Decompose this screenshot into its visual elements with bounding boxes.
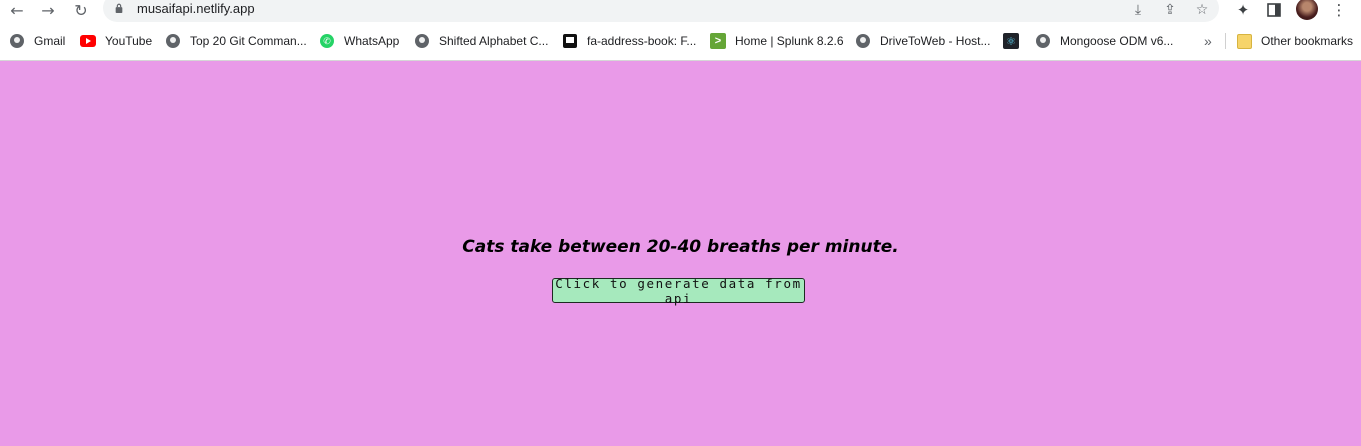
menu-icon[interactable]: ⋮ [1329, 1, 1349, 19]
forward-button[interactable]: → [37, 0, 59, 20]
browser-toolbar: ← → ↻ musaifapi.netlify.app ⤓ ⇪ ☆ ✦ ⋮ [0, 0, 1361, 22]
bookmark-mongoose[interactable]: Mongoose ODM v6... [1035, 30, 1173, 52]
bookmark-label: Mongoose ODM v6... [1060, 34, 1174, 48]
bookmark-shifted-alphabet[interactable]: Shifted Alphabet C... [414, 30, 548, 52]
react-icon: ⚛ [1003, 33, 1019, 49]
bookmark-gmail[interactable]: Gmail [9, 30, 65, 52]
bookmark-label: Top 20 Git Comman... [190, 34, 307, 48]
splunk-icon: > [710, 33, 726, 49]
bookmark-label: DriveToWeb - Host... [880, 34, 991, 48]
other-bookmarks[interactable]: Other bookmarks [1236, 30, 1353, 52]
bookmark-git-commands[interactable]: Top 20 Git Comman... [165, 30, 307, 52]
bookmarks-bar: Gmail YouTube Top 20 Git Comman... ✆ Wha… [0, 30, 1361, 52]
bookmark-label: Gmail [34, 34, 66, 48]
globe-icon [1035, 33, 1051, 49]
bookmark-label: YouTube [105, 34, 153, 48]
bookmarks-divider [1225, 33, 1226, 49]
flag-icon [562, 33, 578, 49]
reload-button[interactable]: ↻ [70, 0, 92, 20]
youtube-icon [80, 33, 96, 49]
globe-icon [165, 33, 181, 49]
bookmark-label: Shifted Alphabet C... [439, 34, 549, 48]
bookmark-youtube[interactable]: YouTube [80, 30, 152, 52]
bookmark-fa-address-book[interactable]: fa-address-book: F... [562, 30, 696, 52]
back-button[interactable]: ← [6, 0, 28, 20]
bookmark-react[interactable]: ⚛ [1003, 30, 1028, 52]
page-content: Cats take between 20-40 breaths per minu… [0, 61, 1361, 446]
extensions-icon[interactable]: ✦ [1233, 1, 1253, 19]
side-panel-icon[interactable] [1264, 1, 1284, 19]
lock-icon [115, 3, 123, 13]
profile-avatar[interactable] [1296, 0, 1318, 20]
bookmark-whatsapp[interactable]: ✆ WhatsApp [319, 30, 399, 52]
download-icon[interactable]: ⤓ [1129, 1, 1147, 19]
share-icon[interactable]: ⇪ [1161, 1, 1179, 19]
whatsapp-icon: ✆ [319, 33, 335, 49]
globe-icon [855, 33, 871, 49]
address-bar[interactable] [103, 0, 1219, 22]
bookmark-drivetoweb[interactable]: DriveToWeb - Host... [855, 30, 990, 52]
bookmark-splunk[interactable]: > Home | Splunk 8.2.6 [710, 30, 844, 52]
bookmark-label: fa-address-book: F... [587, 34, 697, 48]
globe-icon [414, 33, 430, 49]
globe-icon [9, 33, 25, 49]
other-bookmarks-label: Other bookmarks [1261, 34, 1354, 48]
bookmark-label: Home | Splunk 8.2.6 [735, 34, 844, 48]
browser-chrome: ← → ↻ musaifapi.netlify.app ⤓ ⇪ ☆ ✦ ⋮ Gm… [0, 0, 1361, 61]
url-text[interactable]: musaifapi.netlify.app [137, 1, 255, 16]
star-icon[interactable]: ☆ [1193, 1, 1211, 19]
generate-data-button[interactable]: Click to generate data from api [552, 276, 805, 306]
bookmark-label: WhatsApp [344, 34, 400, 48]
cat-fact-text: Cats take between 20-40 breaths per minu… [462, 237, 899, 257]
bookmarks-overflow-button[interactable]: » [1204, 30, 1212, 52]
folder-icon [1236, 33, 1252, 49]
